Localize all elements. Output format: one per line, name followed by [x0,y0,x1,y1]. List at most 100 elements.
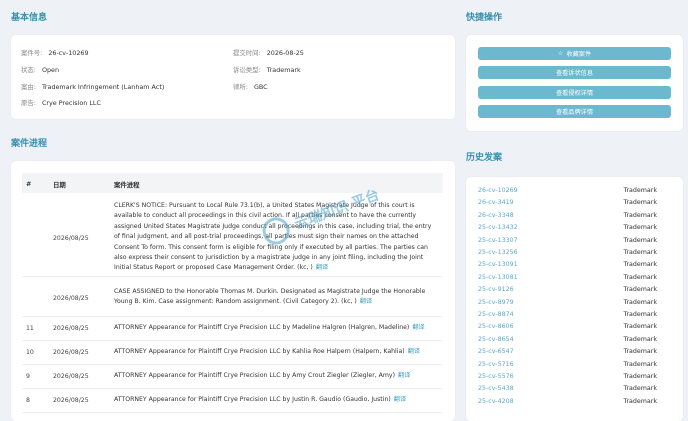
history-case-link[interactable]: 25-cv-5576 [478,373,514,380]
filed-value: 2026-08-25 [266,49,304,57]
col-date-header: 日期 [53,181,66,189]
history-case-type: Trademark [623,298,657,306]
row-text-wrap: ATTORNEY Appearance for Plaintiff Crye P… [114,395,439,405]
status-value: Open [41,66,60,74]
translate-link[interactable]: 翻译 [412,324,424,331]
row-text: ATTORNEY Appearance for Plaintiff Crye P… [114,372,396,379]
history-list-item[interactable]: 25-cv-13307 Trademark [478,237,671,249]
type-value: Trademark [266,66,301,74]
history-title: 历史发案 [466,153,503,163]
view-infringement-button[interactable]: 查看侵权详情 [478,86,671,99]
case-no-field: 案件号: 26-cv-10269 [21,48,89,57]
history-list-item[interactable]: 25-cv-13081 Trademark [478,274,671,286]
history-list-item[interactable]: 25-cv-13432 Trademark [478,224,671,236]
history-case-type: Trademark [623,311,657,318]
row-date: 2026/08/25 [53,349,89,356]
history-list-item[interactable]: 25-cv-5716 Trademark [478,361,671,373]
history-case-link[interactable]: 25-cv-13256 [478,249,518,256]
plaintiff-value: Crye Precision LLC [41,99,101,107]
history-list-item[interactable]: 26-cv-10269 Trademark [478,187,671,199]
history-case-type: Trademark [623,273,657,281]
favorite-case-label: 收藏案件 [566,51,592,58]
row-num: 11 [26,325,34,332]
history-list-item[interactable]: 25-cv-5576 Trademark [478,373,671,385]
history-list-item[interactable]: 25-cv-8654 Trademark [478,336,671,348]
table-row: 2026/08/25 CLERK'S NOTICE: Pursuant to L… [22,198,443,277]
history-case-type: Trademark [623,323,657,331]
history-case-link[interactable]: 25-cv-9126 [478,286,514,293]
firm-label: 律所: [233,83,248,91]
history-list-item[interactable]: 25-cv-4208 Trademark [478,398,671,410]
history-list-item[interactable]: 25-cv-9126 Trademark [478,286,671,298]
history-case-link[interactable]: 25-cv-13307 [478,237,518,244]
history-case-link[interactable]: 25-cv-13081 [478,274,518,281]
history-case-link[interactable]: 25-cv-5438 [478,385,514,392]
row-text-wrap: CASE ASSIGNED to the Honorable Thomas M.… [114,287,439,308]
history-case-type: Trademark [623,385,657,393]
history-case-link[interactable]: 26-cv-3348 [478,212,514,219]
history-case-link[interactable]: 25-cv-6547 [478,348,514,355]
history-case-link[interactable]: 25-cv-8874 [478,311,514,318]
docket-title: 案件进程 [11,139,48,149]
row-date: 2026/08/25 [53,373,89,380]
star-icon: ☆ [557,50,564,57]
view-brand-button[interactable]: 查看品牌详情 [478,105,671,118]
docket-table-header: # 日期 案件进程 [22,173,443,193]
view-complaint-button[interactable]: 查看诉状信息 [478,66,671,79]
history-case-type: Trademark [623,187,657,194]
row-date: 2026/08/25 [53,325,89,332]
history-list-item[interactable]: 25-cv-6547 Trademark [478,348,671,360]
history-list-item[interactable]: 26-cv-3419 Trademark [478,199,671,211]
history-case-type: Trademark [623,261,657,269]
cause-label: 案由: [21,83,36,91]
history-case-link[interactable]: 25-cv-13432 [478,224,518,231]
history-list-item[interactable]: 25-cv-13091 Trademark [478,261,671,273]
firm-field: 律所: GBC [233,82,268,91]
history-case-link[interactable]: 25-cv-4208 [478,398,514,405]
favorite-case-button[interactable]: ☆ 收藏案件 [478,47,671,60]
plaintiff-field: 原告: Crye Precision LLC [21,98,101,107]
table-row: 2026/08/25 CASE ASSIGNED to the Honorabl… [22,281,443,317]
filed-label: 提交时间: [233,49,261,57]
case-no-label: 案件号: [21,49,43,57]
translate-link[interactable]: 翻译 [394,396,406,403]
history-case-link[interactable]: 25-cv-8654 [478,336,514,343]
row-num: 10 [26,349,34,356]
row-text-wrap: ATTORNEY Appearance for Plaintiff Crye P… [114,347,439,357]
history-case-link[interactable]: 25-cv-13091 [478,261,518,268]
history-list-item[interactable]: 25-cv-13256 Trademark [478,249,671,261]
history-case-link[interactable]: 25-cv-5716 [478,361,514,368]
history-case-type: Trademark [623,249,657,256]
translate-link[interactable]: 翻译 [360,298,372,305]
history-list-item[interactable]: 25-cv-8874 Trademark [478,311,671,323]
history-list-item[interactable]: 26-cv-3348 Trademark [478,212,671,224]
row-num: 9 [26,373,30,380]
row-date: 2026/08/25 [53,235,89,242]
history-list-item[interactable]: 25-cv-5438 Trademark [478,385,671,397]
case-no-value: 26-cv-10269 [48,49,89,57]
table-row: 11 2026/08/25 ATTORNEY Appearance for Pl… [22,317,443,341]
basic-info-title: 基本信息 [11,13,48,23]
col-progress-header: 案件进程 [114,181,140,189]
history-list-item[interactable]: 25-cv-8606 Trademark [478,323,671,335]
history-case-link[interactable]: 25-cv-8606 [478,323,514,330]
history-case-link[interactable]: 26-cv-10269 [478,187,518,194]
row-text-wrap: ATTORNEY Appearance for Plaintiff Crye P… [114,371,439,381]
translate-link[interactable]: 翻译 [408,348,420,355]
status-field: 状态: Open [21,65,59,74]
translate-link[interactable]: 翻译 [398,372,410,379]
translate-link[interactable]: 翻译 [316,264,328,271]
firm-value: GBC [253,83,268,91]
history-case-type: Trademark [623,373,657,380]
quick-actions-card: ☆ 收藏案件 查看诉状信息 查看侵权详情 查看品牌详情 [466,35,683,131]
status-label: 状态: [21,66,36,74]
history-case-type: Trademark [623,211,657,219]
row-text-wrap: CLERK'S NOTICE: Pursuant to Local Rule 7… [114,201,439,274]
history-case-type: Trademark [623,224,657,232]
row-text: ATTORNEY Appearance for Plaintiff Crye P… [114,348,405,355]
history-case-link[interactable]: 26-cv-3419 [478,199,514,206]
history-list-item[interactable]: 25-cv-8979 Trademark [478,299,671,311]
history-case-type: Trademark [623,348,657,356]
table-row: 9 2026/08/25 ATTORNEY Appearance for Pla… [22,365,443,389]
history-case-link[interactable]: 25-cv-8979 [478,299,514,306]
